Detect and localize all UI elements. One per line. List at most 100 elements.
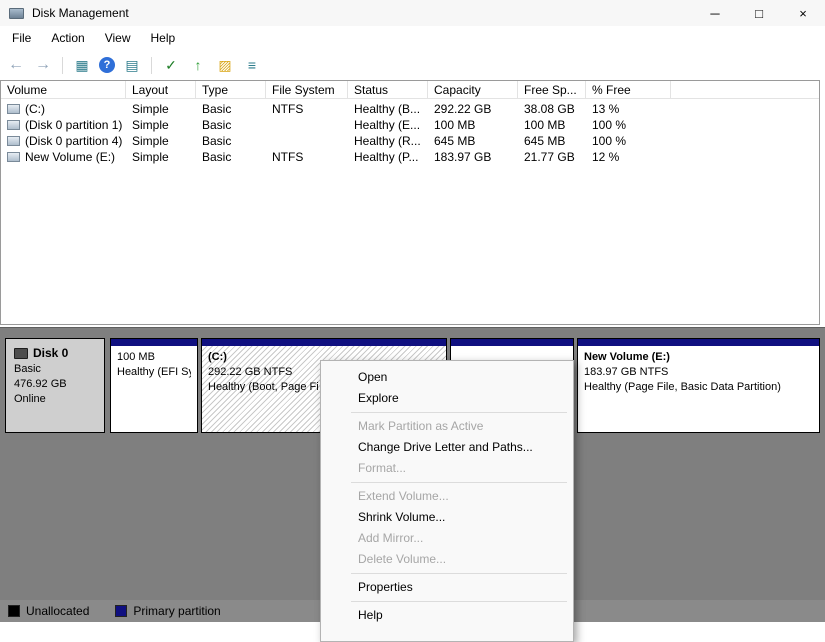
cell-layout: Simple	[126, 134, 196, 148]
volume-icon	[7, 120, 20, 130]
cell-type: Basic	[196, 102, 266, 116]
menu-separator	[351, 601, 567, 602]
menu-separator	[351, 482, 567, 483]
folder-icon[interactable]: ▨	[215, 56, 235, 74]
cell-freespace: 38.08 GB	[518, 102, 586, 116]
volume-list-pane: Volume Layout Type File System Status Ca…	[0, 80, 820, 325]
menu-item-extend-volume: Extend Volume...	[321, 486, 573, 507]
window-controls: ─ □ ×	[693, 0, 825, 26]
volume-icon	[7, 104, 20, 114]
context-menu: Open Explore Mark Partition as Active Ch…	[320, 360, 574, 642]
cell-type: Basic	[196, 150, 266, 164]
app-icon	[9, 8, 24, 19]
partition-e[interactable]: New Volume (E:) 183.97 GB NTFS Healthy (…	[577, 338, 820, 433]
forward-icon[interactable]: →	[33, 56, 53, 74]
cell-status: Healthy (R...	[348, 134, 428, 148]
cell-capacity: 292.22 GB	[428, 102, 518, 116]
disk-icon	[14, 348, 28, 359]
disk-name-row: Disk 0	[14, 346, 96, 360]
table-row-c[interactable]: (C:) Simple Basic NTFS Healthy (B... 292…	[1, 101, 819, 117]
primary-partition-swatch	[115, 605, 127, 617]
cell-volume: (Disk 0 partition 4)	[1, 134, 126, 148]
maximize-button[interactable]: □	[737, 0, 781, 26]
menu-item-properties[interactable]: Properties	[321, 577, 573, 598]
menu-file[interactable]: File	[2, 28, 41, 48]
menu-item-delete-volume: Delete Volume...	[321, 549, 573, 570]
partition-status: Healthy (EFI Sy	[117, 365, 191, 380]
menu-item-shrink-volume[interactable]: Shrink Volume...	[321, 507, 573, 528]
column-header-filler	[671, 81, 819, 98]
cell-capacity: 183.97 GB	[428, 150, 518, 164]
volume-icon	[7, 152, 20, 162]
cell-freespace: 645 MB	[518, 134, 586, 148]
table-row-partition1[interactable]: (Disk 0 partition 1) Simple Basic Health…	[1, 117, 819, 133]
column-header-type[interactable]: Type	[196, 81, 266, 98]
volume-icon	[7, 136, 20, 146]
toolbar-separator	[151, 57, 152, 74]
unallocated-swatch	[8, 605, 20, 617]
cell-status: Healthy (P...	[348, 150, 428, 164]
menu-separator	[351, 412, 567, 413]
back-icon[interactable]: ←	[6, 56, 26, 74]
column-header-freespace[interactable]: Free Sp...	[518, 81, 586, 98]
menu-item-explore[interactable]: Explore	[321, 388, 573, 409]
title-bar[interactable]: Disk Management ─ □ ×	[0, 0, 825, 26]
partition-size: 100 MB	[117, 350, 191, 365]
check-icon[interactable]: ✓	[161, 56, 181, 74]
partition-stripe	[202, 339, 446, 346]
disk-name: Disk 0	[33, 346, 68, 360]
help-icon[interactable]: ?	[99, 57, 115, 73]
partition-efi[interactable]: 100 MB Healthy (EFI Sy	[110, 338, 198, 433]
column-header-status[interactable]: Status	[348, 81, 428, 98]
action-pane-icon[interactable]: ▤	[122, 56, 142, 74]
menu-item-mark-partition-active: Mark Partition as Active	[321, 416, 573, 437]
column-header-filesystem[interactable]: File System	[266, 81, 348, 98]
cell-pctfree: 100 %	[586, 134, 671, 148]
cell-pctfree: 13 %	[586, 102, 671, 116]
menu-action[interactable]: Action	[41, 28, 94, 48]
column-header-capacity[interactable]: Capacity	[428, 81, 518, 98]
window-title: Disk Management	[32, 6, 129, 20]
cell-volume: New Volume (E:)	[1, 150, 126, 164]
partition-name: New Volume (E:)	[584, 350, 813, 365]
close-button[interactable]: ×	[781, 0, 825, 26]
cell-layout: Simple	[126, 150, 196, 164]
table-body: (C:) Simple Basic NTFS Healthy (B... 292…	[1, 99, 819, 165]
cell-volume: (Disk 0 partition 1)	[1, 118, 126, 132]
menu-view[interactable]: View	[95, 28, 141, 48]
volume-name: (C:)	[25, 102, 45, 116]
cell-pctfree: 12 %	[586, 150, 671, 164]
disk-status: Online	[14, 393, 96, 405]
minimize-button[interactable]: ─	[693, 0, 737, 26]
cell-filesystem: NTFS	[266, 150, 348, 164]
table-row-partition4[interactable]: (Disk 0 partition 4) Simple Basic Health…	[1, 133, 819, 149]
menu-item-format: Format...	[321, 458, 573, 479]
menu-separator	[351, 573, 567, 574]
partition-stripe	[451, 339, 573, 346]
disk0-header[interactable]: Disk 0 Basic 476.92 GB Online	[5, 338, 105, 433]
column-header-pctfree[interactable]: % Free	[586, 81, 671, 98]
toolbar: ← → ▦ ? ▤ ✓ ↑ ▨ ≡	[0, 50, 825, 80]
column-header-layout[interactable]: Layout	[126, 81, 196, 98]
table-row-e[interactable]: New Volume (E:) Simple Basic NTFS Health…	[1, 149, 819, 165]
menu-bar: File Action View Help	[0, 26, 825, 50]
volume-name: New Volume (E:)	[25, 150, 115, 164]
menu-help[interactable]: Help	[141, 28, 186, 48]
up-arrow-icon[interactable]: ↑	[188, 56, 208, 74]
cell-layout: Simple	[126, 118, 196, 132]
partition-size: 183.97 GB NTFS	[584, 365, 813, 380]
partition-body: New Volume (E:) 183.97 GB NTFS Healthy (…	[578, 346, 819, 432]
menu-item-change-drive-letter[interactable]: Change Drive Letter and Paths...	[321, 437, 573, 458]
menu-item-help[interactable]: Help	[321, 605, 573, 626]
cell-status: Healthy (B...	[348, 102, 428, 116]
column-header-volume[interactable]: Volume	[1, 81, 126, 98]
menu-item-open[interactable]: Open	[321, 367, 573, 388]
legend-label: Primary partition	[133, 604, 220, 618]
partition-body: 100 MB Healthy (EFI Sy	[111, 346, 197, 432]
console-tree-icon[interactable]: ▦	[72, 56, 92, 74]
cell-volume: (C:)	[1, 102, 126, 116]
list-icon[interactable]: ≡	[242, 56, 262, 74]
cell-capacity: 100 MB	[428, 118, 518, 132]
cell-filesystem: NTFS	[266, 102, 348, 116]
cell-type: Basic	[196, 134, 266, 148]
